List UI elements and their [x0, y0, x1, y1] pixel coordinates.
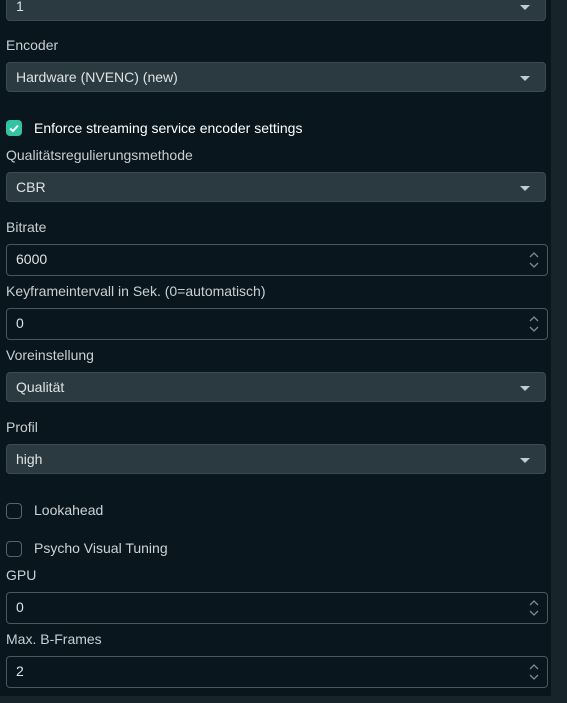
bitrate-value: 6000 [16, 251, 48, 267]
gpu-input[interactable]: 0 [6, 592, 548, 624]
chevron-down-icon [520, 386, 530, 391]
preset-select[interactable]: Qualität [6, 372, 546, 402]
preset-label: Voreinstellung [6, 347, 94, 363]
bottom-bar [0, 696, 567, 703]
chevron-down-icon [520, 5, 530, 10]
lookahead-checkbox[interactable] [6, 503, 22, 519]
scrollbar-track[interactable] [551, 0, 567, 703]
preset-value: Qualität [16, 379, 65, 395]
keyframe-value: 0 [16, 315, 24, 331]
enforce-label[interactable]: Enforce streaming service encoder settin… [34, 118, 302, 138]
bitrate-input[interactable]: 6000 [6, 244, 548, 276]
spinner-arrows-icon[interactable] [529, 598, 539, 618]
chevron-down-icon [520, 458, 530, 463]
psycho-visual-checkbox[interactable] [6, 541, 22, 557]
checkmark-icon [9, 124, 19, 133]
top-select-value: 1 [16, 0, 24, 14]
bframes-label: Max. B-Frames [6, 631, 102, 647]
chevron-down-icon [520, 76, 530, 81]
keyframe-input[interactable]: 0 [6, 308, 548, 340]
profile-value: high [16, 451, 43, 467]
encoder-select[interactable]: Hardware (NVENC) (new) [6, 62, 546, 92]
enforce-checkbox[interactable] [6, 120, 22, 136]
encoder-value: Hardware (NVENC) (new) [16, 69, 178, 85]
bframes-value: 2 [16, 663, 24, 679]
gpu-value: 0 [16, 599, 24, 615]
rate-control-value: CBR [16, 179, 46, 195]
keyframe-label: Keyframeintervall in Sek. (0=automatisch… [6, 283, 266, 299]
psycho-visual-label[interactable]: Psycho Visual Tuning [34, 538, 168, 558]
spinner-arrows-icon[interactable] [529, 250, 539, 270]
profile-select[interactable]: high [6, 444, 546, 474]
chevron-down-icon [520, 186, 530, 191]
encoder-label: Encoder [6, 37, 59, 53]
rate-control-select[interactable]: CBR [6, 172, 546, 202]
spinner-arrows-icon[interactable] [529, 314, 539, 334]
bframes-input[interactable]: 2 [6, 656, 548, 688]
top-select[interactable]: 1 [6, 0, 546, 21]
bitrate-label: Bitrate [6, 219, 47, 235]
spinner-arrows-icon[interactable] [529, 662, 539, 682]
lookahead-label[interactable]: Lookahead [34, 500, 103, 520]
gpu-label: GPU [6, 567, 37, 583]
rate-control-label: Qualitätsregulierungsmethode [6, 147, 193, 163]
profile-label: Profil [6, 419, 38, 435]
